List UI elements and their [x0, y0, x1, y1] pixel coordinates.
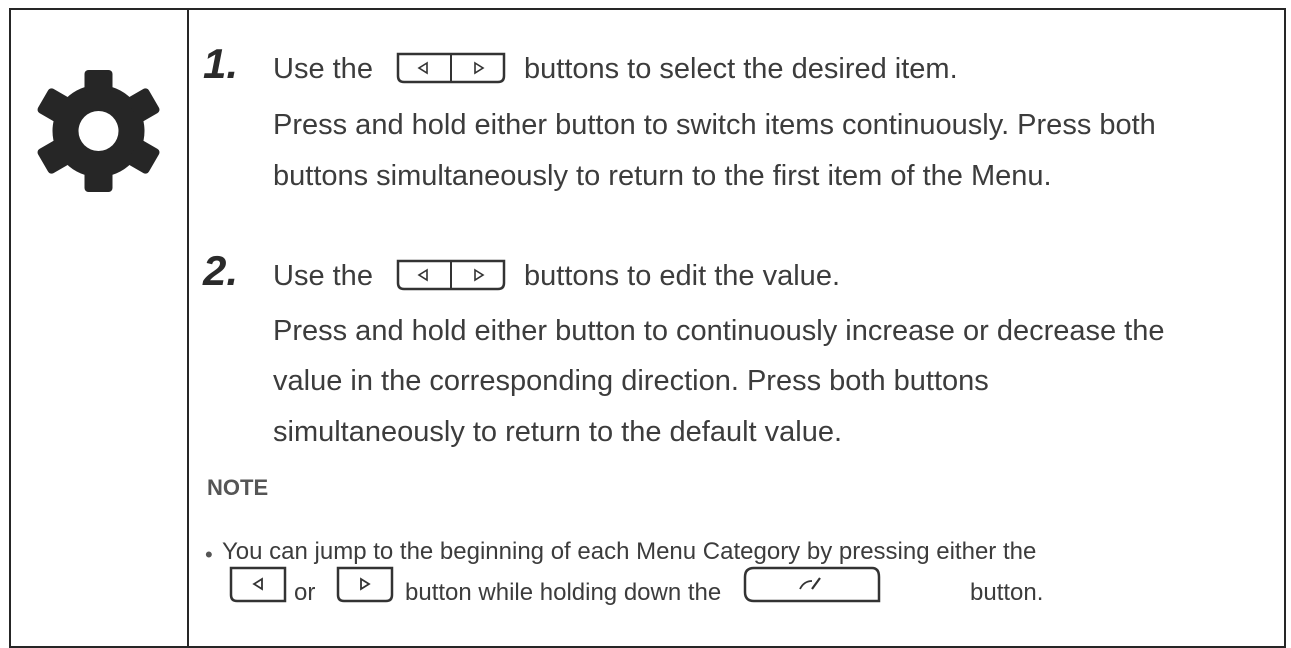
step-1-lead: Use the: [273, 53, 373, 85]
step-2-line-3: value in the corresponding direction. Pr…: [273, 365, 989, 397]
step-1-line-3: buttons simultaneously to return to the …: [273, 160, 1052, 192]
left-right-buttons-icon: [396, 52, 506, 84]
note-bullet: •: [205, 542, 213, 567]
note-end: button.: [970, 579, 1044, 606]
right-arrow-button-icon: [336, 566, 394, 603]
note-middle: button while holding down the: [405, 579, 722, 606]
column-divider: [187, 8, 189, 648]
step-1-number: 1.: [203, 40, 239, 87]
gear-icon: [37, 70, 160, 192]
edit-button-icon: [743, 566, 881, 603]
note-or: or: [294, 579, 316, 606]
left-arrow-button-icon: [229, 566, 287, 603]
note-line-1: You can jump to the beginning of each Me…: [222, 538, 1037, 565]
step-1-after: buttons to select the desired item.: [524, 53, 958, 85]
step-2-line-4: simultaneously to return to the default …: [273, 416, 843, 448]
note-title: NOTE: [207, 475, 269, 500]
step-2-number: 2.: [203, 247, 239, 294]
step-2-line-2: Press and hold either button to continuo…: [273, 315, 1165, 347]
step-1-line-2: Press and hold either button to switch i…: [273, 109, 1156, 141]
step-2-after: buttons to edit the value.: [524, 260, 840, 292]
left-right-buttons-icon: [396, 259, 506, 291]
step-2-lead: Use the: [273, 260, 373, 292]
